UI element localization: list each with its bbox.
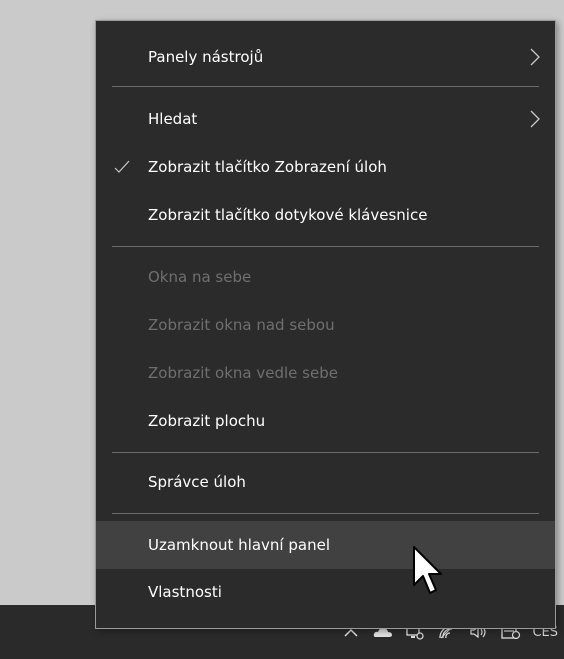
menu-item-label: Zobrazit tlačítko dotykové klávesnice: [148, 206, 428, 224]
menu-item-label: Uzamknout hlavní panel: [148, 536, 330, 554]
menu-item-show-desktop[interactable]: Zobrazit plochu: [96, 398, 555, 444]
chevron-right-icon: [530, 48, 540, 66]
menu-item-label: Zobrazit okna nad sebou: [148, 316, 335, 334]
checkmark-icon: [114, 160, 130, 173]
chevron-right-icon: [530, 110, 540, 128]
menu-item-label: Vlastnosti: [148, 583, 222, 601]
menu-separator: [112, 452, 539, 453]
mouse-pointer-icon: [413, 546, 442, 594]
menu-item-show-touch-keyboard-button[interactable]: Zobrazit tlačítko dotykové klávesnice: [96, 192, 555, 238]
menu-item-label: Zobrazit tlačítko Zobrazení úloh: [148, 158, 387, 176]
menu-item-show-task-view-button[interactable]: Zobrazit tlačítko Zobrazení úloh: [96, 144, 555, 190]
menu-item-show-windows-stacked: Zobrazit okna nad sebou: [96, 302, 555, 348]
menu-item-task-manager[interactable]: Správce úloh: [96, 459, 555, 505]
menu-item-label: Zobrazit plochu: [148, 412, 266, 430]
menu-item-label: Hledat: [148, 110, 198, 128]
menu-item-show-windows-side-by-side: Zobrazit okna vedle sebe: [96, 350, 555, 396]
menu-item-search[interactable]: Hledat: [96, 96, 555, 142]
menu-item-label: Panely nástrojů: [148, 48, 264, 66]
menu-separator: [112, 513, 539, 514]
menu-item-label: Správce úloh: [148, 473, 246, 491]
taskbar-context-menu: Panely nástrojů Hledat Zobrazit tlačítko…: [95, 20, 556, 629]
menu-separator: [112, 86, 539, 87]
menu-item-properties[interactable]: Vlastnosti: [96, 569, 555, 615]
desktop-screen: CES Panely nástrojů Hledat Zobrazit tlač…: [0, 0, 564, 659]
menu-separator: [112, 246, 539, 247]
menu-item-label: Okna na sebe: [148, 268, 252, 286]
menu-item-label: Zobrazit okna vedle sebe: [148, 364, 338, 382]
menu-item-cascade-windows: Okna na sebe: [96, 254, 555, 300]
menu-item-toolbars[interactable]: Panely nástrojů: [96, 34, 555, 80]
menu-item-lock-taskbar[interactable]: Uzamknout hlavní panel: [96, 521, 555, 569]
